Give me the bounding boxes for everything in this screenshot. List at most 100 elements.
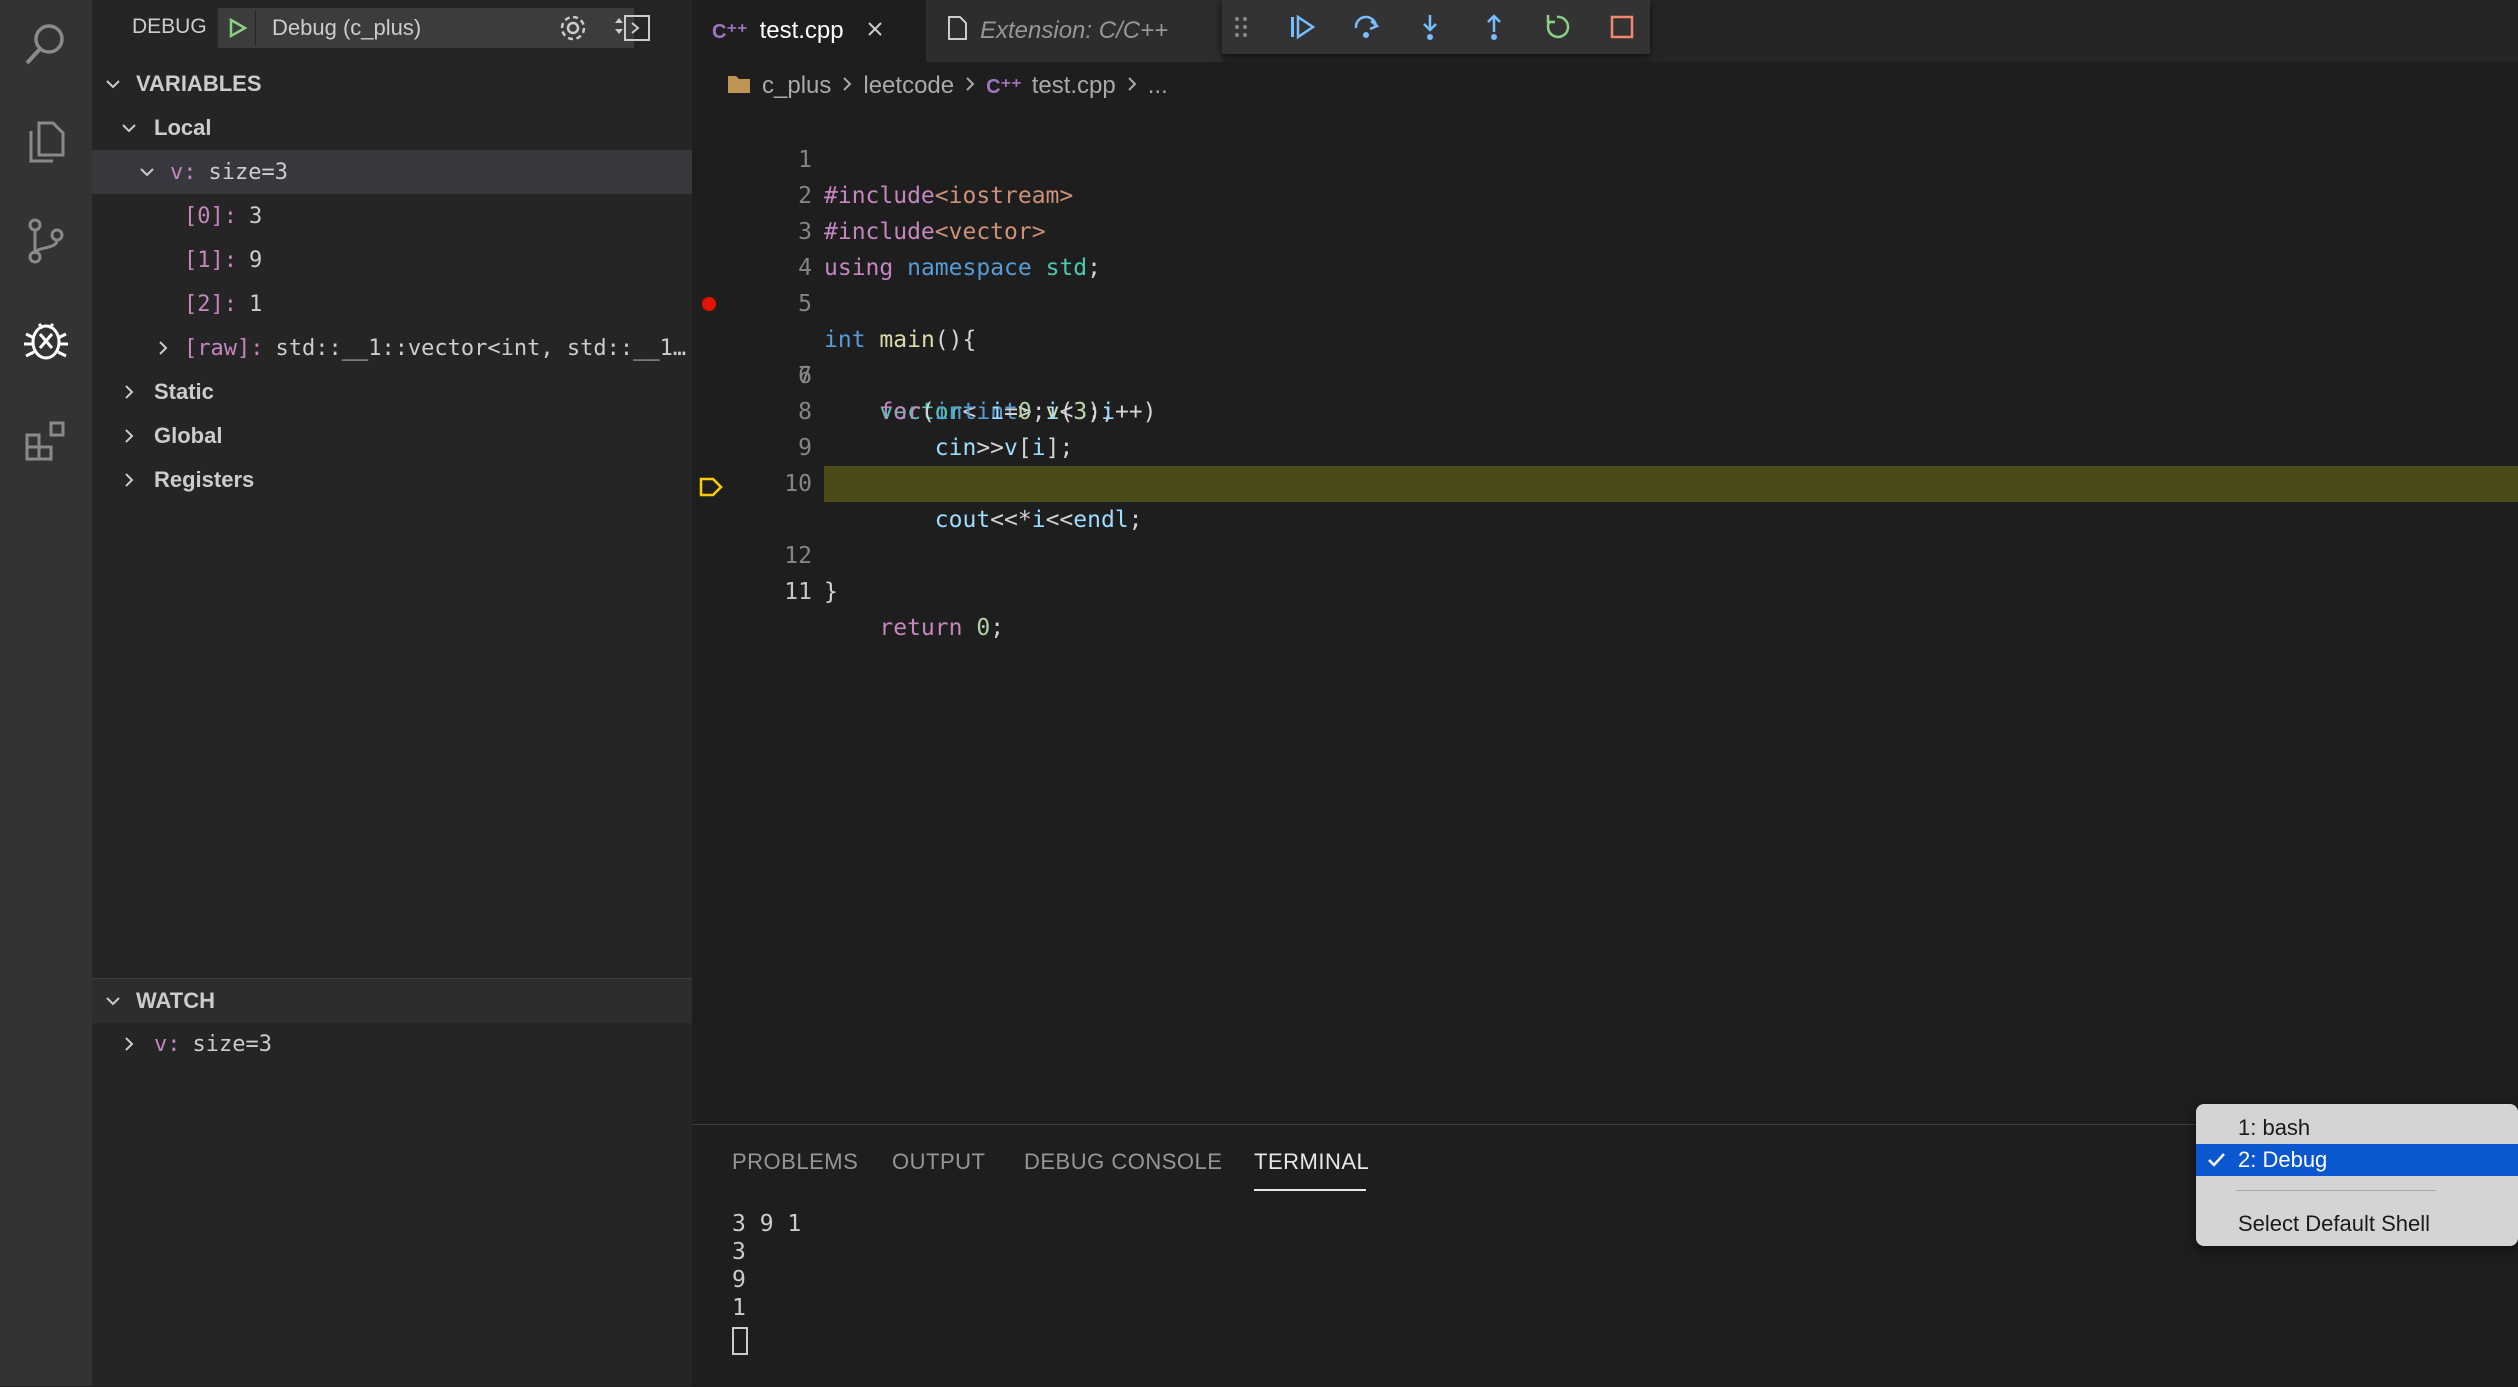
tree-global-label: Global — [154, 423, 223, 448]
code-line[interactable]: 5 int main(){ — [692, 250, 2518, 353]
menu-item-select-default-shell[interactable]: Select Default Shell — [2196, 1208, 2518, 1240]
terminal-cursor[interactable] — [732, 1327, 748, 1355]
chevron-down-icon — [118, 117, 140, 139]
breadcrumb-more[interactable]: ... — [1148, 72, 1168, 100]
drag-handle-icon[interactable] — [1228, 9, 1254, 45]
menu-item-label: Select Default Shell — [2238, 1211, 2430, 1236]
close-icon[interactable] — [866, 17, 884, 45]
watch-header[interactable]: WATCH — [92, 978, 692, 1023]
item-key: [2]: — [184, 291, 237, 317]
current-line-highlight — [824, 466, 2518, 502]
gear-icon[interactable] — [557, 12, 589, 49]
line-number: 12 — [784, 543, 812, 569]
tree-local-label: Local — [154, 115, 212, 140]
step-out-icon[interactable] — [1476, 9, 1512, 45]
code-line[interactable]: 4 — [692, 214, 2518, 281]
tree-local[interactable]: Local — [92, 106, 692, 150]
step-over-icon[interactable] — [1348, 9, 1384, 45]
menu-item-bash[interactable]: 1: bash — [2196, 1112, 2518, 1144]
chevron-down-icon — [102, 73, 124, 95]
tab-label: test.cpp — [759, 17, 844, 44]
item-value: 9 — [248, 247, 263, 273]
restart-icon[interactable] — [1540, 9, 1576, 45]
extensions-icon[interactable] — [14, 408, 78, 472]
tab-test-cpp[interactable]: C⁺⁺ test.cpp — [692, 0, 926, 62]
breadcrumb-subfolder[interactable]: leetcode — [863, 72, 954, 100]
breadcrumb-file[interactable]: test.cpp — [1032, 72, 1116, 100]
code-line-current[interactable]: 11 return 0; — [692, 466, 2518, 641]
tree-item[interactable]: [1]: 9 — [92, 238, 692, 282]
cpp-file-icon: C⁺⁺ — [986, 75, 1022, 98]
tab-debug-console[interactable]: DEBUG CONSOLE — [1024, 1149, 1222, 1175]
chevron-right-icon — [1126, 72, 1138, 100]
menu-item-label: 1: bash — [2238, 1115, 2311, 1140]
code-line[interactable]: 2 #include<vector> — [692, 142, 2518, 245]
breakpoint-icon[interactable] — [702, 297, 716, 311]
variable-value: size=3 — [208, 159, 288, 185]
tree-item-raw[interactable]: [raw]: std::__1::vector<int, std::__1… — [92, 326, 692, 370]
breadcrumb: c_plus leetcode C⁺⁺ test.cpp ... — [726, 68, 1168, 104]
step-into-icon[interactable] — [1412, 9, 1448, 45]
code-text: } — [824, 579, 838, 605]
debug-console-icon[interactable] — [622, 13, 652, 48]
search-icon[interactable] — [14, 12, 78, 76]
code-line[interactable]: 6 vector<int> v(3); — [692, 286, 2518, 425]
tab-terminal[interactable]: TERMINAL — [1254, 1149, 1369, 1175]
code-line[interactable]: 9 for(vector<int>::iterator i=v.begin();… — [692, 394, 2518, 497]
continue-icon[interactable] — [1284, 9, 1320, 45]
code-line[interactable]: 8 cin>>v[i]; — [692, 358, 2518, 461]
watch-title: WATCH — [136, 988, 216, 1013]
tab-extension[interactable]: Extension: C/C++ — [926, 0, 1222, 62]
explorer-icon[interactable] — [14, 110, 78, 174]
stop-icon[interactable] — [1604, 9, 1640, 45]
debug-toolbar — [1222, 0, 1650, 54]
chevron-right-icon — [841, 72, 853, 100]
tree-global[interactable]: Global — [92, 414, 692, 458]
menu-item-debug[interactable]: 2: Debug — [2196, 1144, 2518, 1176]
breadcrumb-folder[interactable]: c_plus — [762, 72, 831, 100]
tree-item[interactable]: [2]: 1 — [92, 282, 692, 326]
tree-variable-v[interactable]: v: size=3 — [92, 150, 692, 194]
code-line[interactable]: 1 #include<iostream> — [692, 106, 2518, 209]
file-icon — [946, 15, 968, 48]
variables-header[interactable]: VARIABLES — [92, 62, 692, 106]
terminal-line: 1 — [732, 1295, 746, 1321]
chevron-right-icon — [118, 381, 140, 403]
code-text: return 0; — [879, 615, 1005, 641]
editor-area: C⁺⁺ test.cpp Extension: C/C++ c_plus lee… — [692, 0, 2518, 1124]
code-line[interactable]: 7 for(int i=0;i<3;i++) — [692, 322, 2518, 425]
code-line[interactable]: 10 cout<<*i<<endl; — [692, 430, 2518, 533]
cpp-file-icon: C⁺⁺ — [712, 20, 748, 43]
variable-name: v: — [170, 159, 197, 185]
item-key: [0]: — [184, 203, 237, 229]
activity-bar — [0, 0, 92, 1386]
debug-icon[interactable] — [14, 308, 78, 372]
checkmark-icon — [2206, 1150, 2238, 1170]
watch-item[interactable]: v: size=3 — [92, 1022, 692, 1066]
chevron-right-icon — [964, 72, 976, 100]
folder-icon — [726, 71, 752, 102]
code-line[interactable]: 3 using namespace std; — [692, 178, 2518, 281]
item-value: 1 — [248, 291, 263, 317]
code-line[interactable]: 12 } — [692, 502, 2518, 605]
debug-label: DEBUG — [132, 15, 207, 38]
tab-output[interactable]: OUTPUT — [892, 1149, 985, 1175]
chevron-right-icon — [118, 425, 140, 447]
shell-select-menu: 1: bash 2: Debug Select Default Shell — [2196, 1104, 2518, 1246]
tab-problems[interactable]: PROBLEMS — [732, 1149, 858, 1175]
menu-separator — [2236, 1190, 2436, 1191]
chevron-down-icon — [102, 990, 124, 1012]
chevron-down-icon — [136, 161, 158, 183]
terminal-line: 3 — [732, 1239, 746, 1265]
tree-registers[interactable]: Registers — [92, 458, 692, 502]
active-tab-indicator — [1254, 1189, 1366, 1191]
tree-item[interactable]: [0]: 3 — [92, 194, 692, 238]
chevron-right-icon — [118, 469, 140, 491]
terminal-line: 9 — [732, 1267, 746, 1293]
source-control-icon[interactable] — [14, 208, 78, 272]
chevron-right-icon — [152, 337, 174, 359]
terminal-line: 3 9 1 — [732, 1211, 802, 1237]
start-debug-icon[interactable] — [219, 10, 256, 46]
tree-static[interactable]: Static — [92, 370, 692, 414]
tree-static-label: Static — [154, 379, 214, 404]
